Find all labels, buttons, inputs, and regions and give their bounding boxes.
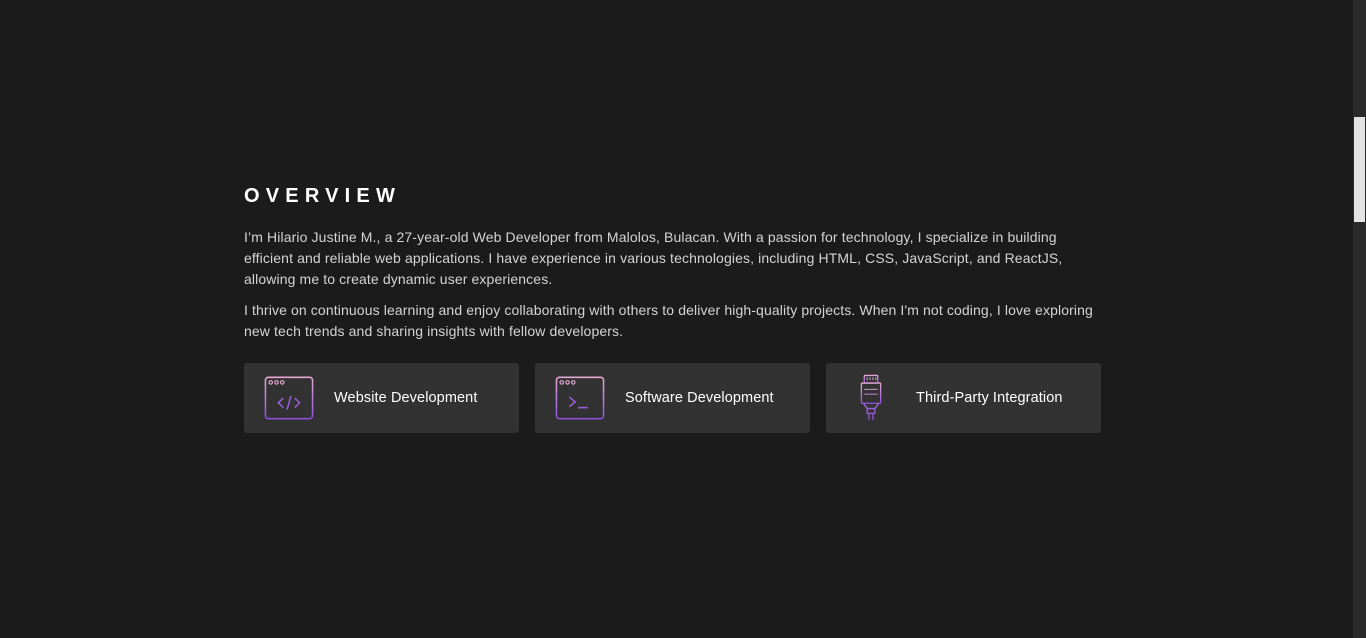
service-label: Third-Party Integration [916, 390, 1063, 406]
page: OVERVIEW I’m Hilario Justine M., a 27-ye… [0, 0, 1366, 638]
service-label: Website Development [334, 390, 478, 406]
overview-title: OVERVIEW [244, 185, 402, 207]
vertical-scrollbar[interactable] [1353, 0, 1366, 638]
overview-paragraph-1: I’m Hilario Justine M., a 27-year-old We… [244, 229, 1063, 287]
ethernet-plug-icon [846, 374, 896, 421]
overview-paragraph-2: I thrive on continuous learning and enjo… [244, 302, 1093, 339]
scrollbar-thumb[interactable] [1354, 117, 1365, 222]
overview-section: OVERVIEW I’m Hilario Justine M., a 27-ye… [244, 182, 1104, 433]
service-card-software-development[interactable]: Software Development [535, 363, 810, 433]
service-card-website-development[interactable]: Website Development [244, 363, 519, 433]
service-card-third-party-integration[interactable]: Third-Party Integration [826, 363, 1101, 433]
service-label: Software Development [625, 390, 774, 406]
code-window-icon [264, 375, 314, 421]
terminal-window-icon [555, 375, 605, 421]
services-list: Website Development Software Development… [244, 363, 1104, 433]
